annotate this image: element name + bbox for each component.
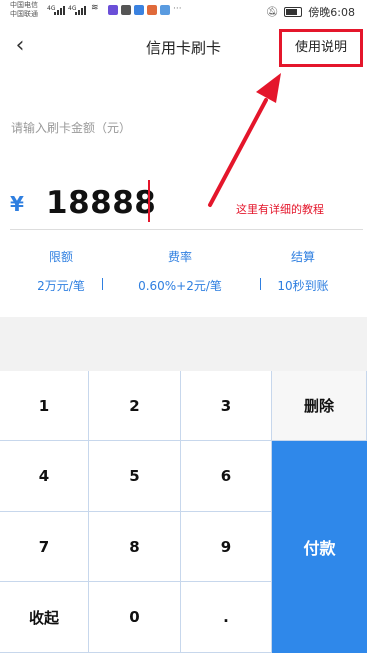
key-8[interactable]: 8 xyxy=(89,512,181,582)
amount-divider xyxy=(10,229,363,230)
rate-value: 0.60%+2元/笔 xyxy=(138,279,222,293)
app-icon xyxy=(147,5,157,15)
currency-symbol: ¥ xyxy=(10,192,24,216)
key-0[interactable]: 0 xyxy=(89,582,181,653)
key-5[interactable]: 5 xyxy=(89,441,181,512)
battery-icon xyxy=(284,7,303,17)
key-decimal[interactable]: . xyxy=(181,582,272,653)
key-3[interactable]: 3 xyxy=(181,371,272,441)
delete-button[interactable]: 删除 xyxy=(272,371,367,441)
key-6[interactable]: 6 xyxy=(181,441,272,512)
settlement-info: 结算 10秒到账 xyxy=(242,248,364,294)
status-bar: 中国电信 中国联通 4G 4G ≋ ··· 🔕︎ 傍晚6:08 xyxy=(0,0,367,24)
text-cursor xyxy=(148,180,150,222)
limit-info: 限额 2万元/笔 xyxy=(0,248,122,294)
more-indicator: ··· xyxy=(173,4,182,14)
notification-app-icons: ··· xyxy=(108,5,182,15)
bell-off-icon: 🔕︎ xyxy=(265,6,279,18)
app-icon xyxy=(108,5,118,15)
annotation-text: 这里有详细的教程 xyxy=(236,203,324,216)
carrier-names: 中国电信 中国联通 xyxy=(10,1,38,19)
carrier-2: 中国联通 xyxy=(10,10,38,18)
limit-value: 2万元/笔 xyxy=(37,279,85,293)
app-icon xyxy=(160,5,170,15)
header-bar: ‹ 信用卡刷卡 使用说明 xyxy=(0,24,367,72)
wifi-icon: ≋ xyxy=(91,3,99,13)
signal-icon xyxy=(54,6,65,15)
carrier-1: 中国电信 xyxy=(10,1,38,9)
amount-input[interactable]: 18888 xyxy=(46,185,156,221)
keypad-spacer xyxy=(0,317,367,371)
pay-button[interactable]: 付款 xyxy=(272,441,367,653)
key-2[interactable]: 2 xyxy=(89,371,181,441)
key-1[interactable]: 1 xyxy=(0,371,89,441)
key-9[interactable]: 9 xyxy=(181,512,272,582)
key-4[interactable]: 4 xyxy=(0,441,89,512)
help-button[interactable]: 使用说明 xyxy=(279,29,363,67)
rate-info: 费率 0.60%+2元/笔 xyxy=(119,248,241,294)
amount-prompt: 请输入刷卡金额（元） xyxy=(11,121,132,135)
collapse-keyboard-button[interactable]: 收起 xyxy=(0,582,89,653)
signal-icon xyxy=(75,6,86,15)
app-icon xyxy=(134,5,144,15)
amount-panel: 请输入刷卡金额（元） ¥ 18888 这里有详细的教程 限额 2万元/笔 费率 … xyxy=(0,72,367,317)
info-divider xyxy=(102,278,103,290)
clock: 傍晚6:08 xyxy=(308,6,355,19)
numeric-keypad: 1 2 3 删除 4 5 6 7 8 9 收起 0 . 付款 xyxy=(0,371,367,653)
limit-label: 限额 xyxy=(48,250,73,264)
rate-label: 费率 xyxy=(167,250,192,264)
key-7[interactable]: 7 xyxy=(0,512,89,582)
settlement-label: 结算 xyxy=(290,250,315,264)
settlement-value: 10秒到账 xyxy=(277,279,329,293)
status-right: 🔕︎ 傍晚6:08 xyxy=(266,4,355,20)
wechat-icon xyxy=(121,5,131,15)
